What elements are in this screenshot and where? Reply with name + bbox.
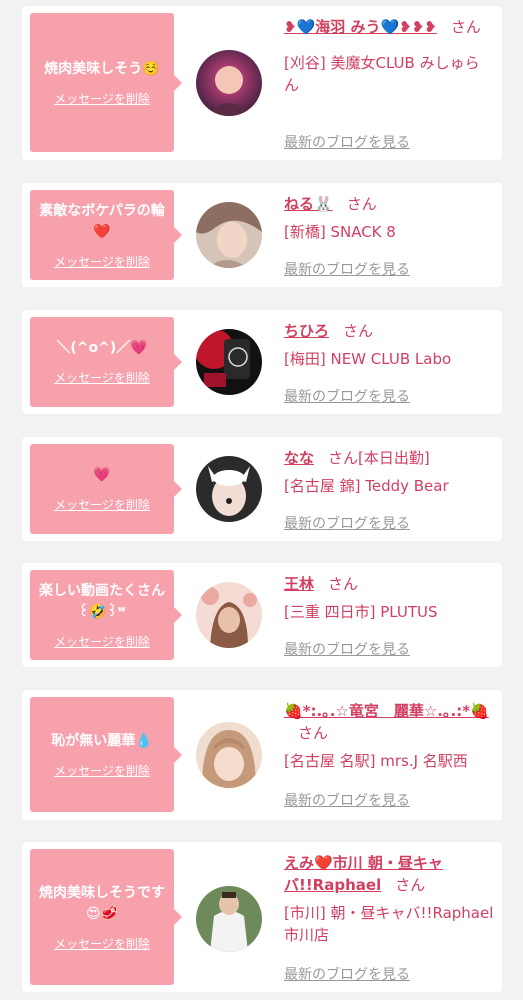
list-item: 焼肉美味しそうです😍🥩 メッセージを削除 えみ❤️市川 朝・昼キャバ!!Raph… bbox=[22, 842, 502, 992]
shop-name: [名古屋 錦] Teddy Bear bbox=[284, 477, 449, 495]
cast-info: ❥💙海羽 みう💙❥❥❥ さん [刈谷] 美魔女CLUB みしゅらん bbox=[284, 16, 494, 96]
cast-info: 王林 さん [三重 四日市] PLUTUS bbox=[284, 573, 494, 623]
list-item: 楽しい動画たくさん꒰🤣꒱ʷ メッセージを削除 王林 さん [三重 四日市] PLU… bbox=[22, 563, 502, 667]
delete-message-link[interactable]: メッセージを削除 bbox=[54, 496, 150, 513]
message-bubble: 💗 メッセージを削除 bbox=[30, 444, 182, 534]
delete-message-link[interactable]: メッセージを削除 bbox=[54, 935, 150, 952]
list-item: ＼(^o^)／💗 メッセージを削除 ちひろ さん [梅田] NEW CLUB La… bbox=[22, 310, 502, 414]
delete-message-link[interactable]: メッセージを削除 bbox=[54, 369, 150, 386]
honorific: さん bbox=[346, 195, 377, 213]
latest-blog-link[interactable]: 最新のブログを見る bbox=[284, 386, 410, 406]
delete-message-link[interactable]: メッセージを削除 bbox=[54, 90, 150, 107]
list-item: 💗 メッセージを削除 なな さん[本日出勤] [名古屋 錦] Teddy Bear… bbox=[22, 437, 502, 541]
shop-name: [三重 四日市] PLUTUS bbox=[284, 603, 438, 621]
message-bubble: 楽しい動画たくさん꒰🤣꒱ʷ メッセージを削除 bbox=[30, 570, 182, 660]
message-text: ＼(^o^)／💗 bbox=[56, 340, 148, 356]
cast-name-link[interactable]: ねる🐰 bbox=[284, 195, 333, 213]
avatar[interactable] bbox=[196, 886, 262, 952]
message-text: 焼肉美味しそうです😍🥩 bbox=[39, 884, 165, 922]
shop-name: [新橋] SNACK 8 bbox=[284, 223, 396, 241]
honorific: さん bbox=[395, 876, 426, 894]
list-item: 焼肉美味しそう☺️ メッセージを削除 ❥💙海羽 みう💙❥❥❥ さん [刈谷] 美魔… bbox=[22, 6, 502, 160]
message-text: 楽しい動画たくさん꒰🤣꒱ʷ bbox=[39, 582, 165, 620]
message-bubble: 恥が無い麗華💧 メッセージを削除 bbox=[30, 697, 182, 812]
cast-name-link[interactable]: ちひろ bbox=[284, 322, 329, 340]
avatar[interactable] bbox=[196, 202, 262, 268]
message-bubble: 焼肉美味しそうです😍🥩 メッセージを削除 bbox=[30, 849, 182, 985]
latest-blog-link[interactable]: 最新のブログを見る bbox=[284, 513, 410, 533]
cast-name-link[interactable]: 🍓*:.｡.☆竜宮 麗華☆.｡.:*🍓 bbox=[284, 702, 489, 720]
honorific: さん bbox=[328, 449, 359, 467]
message-text: 素敵なボケパラの輪❤️ bbox=[39, 202, 165, 240]
honorific: さん bbox=[450, 18, 481, 36]
shop-name: [市川] 朝・昼キャバ!!Raphael 市川店 bbox=[284, 904, 494, 944]
cast-name-link[interactable]: 王林 bbox=[284, 575, 314, 593]
avatar[interactable] bbox=[196, 329, 262, 395]
avatar[interactable] bbox=[196, 582, 262, 648]
shop-name: [梅田] NEW CLUB Labo bbox=[284, 350, 452, 368]
delete-message-link[interactable]: メッセージを削除 bbox=[54, 762, 150, 779]
message-bubble: ＼(^o^)／💗 メッセージを削除 bbox=[30, 317, 182, 407]
latest-blog-link[interactable]: 最新のブログを見る bbox=[284, 259, 410, 279]
shop-name: [名古屋 名駅] mrs.J 名駅西 bbox=[284, 752, 468, 770]
honorific: さん bbox=[328, 575, 359, 593]
cast-info: えみ❤️市川 朝・昼キャバ!!Raphael さん [市川] 朝・昼キャバ!!Ra… bbox=[284, 852, 494, 946]
message-text: 恥が無い麗華💧 bbox=[51, 732, 153, 749]
cast-info: なな さん[本日出勤] [名古屋 錦] Teddy Bear bbox=[284, 447, 494, 497]
avatar[interactable] bbox=[196, 456, 262, 522]
message-bubble: 素敵なボケパラの輪❤️ メッセージを削除 bbox=[30, 190, 182, 280]
cast-name-link[interactable]: ❥💙海羽 みう💙❥❥❥ bbox=[284, 18, 437, 36]
cast-info: 🍓*:.｡.☆竜宮 麗華☆.｡.:*🍓 さん [名古屋 名駅] mrs.J 名駅西 bbox=[284, 700, 494, 772]
latest-blog-link[interactable]: 最新のブログを見る bbox=[284, 964, 410, 984]
list-item: 素敵なボケパラの輪❤️ メッセージを削除 ねる🐰 さん [新橋] SNACK 8 … bbox=[22, 183, 502, 287]
cast-info: ねる🐰 さん [新橋] SNACK 8 bbox=[284, 193, 494, 243]
honorific: さん bbox=[343, 322, 374, 340]
avatar[interactable] bbox=[196, 50, 262, 116]
message-text: 焼肉美味しそう☺️ bbox=[44, 60, 160, 77]
latest-blog-link[interactable]: 最新のブログを見る bbox=[284, 132, 410, 152]
delete-message-link[interactable]: メッセージを削除 bbox=[54, 253, 150, 270]
attendance-status: [本日出勤] bbox=[358, 449, 430, 467]
latest-blog-link[interactable]: 最新のブログを見る bbox=[284, 790, 410, 810]
avatar[interactable] bbox=[196, 722, 262, 788]
message-text: 💗 bbox=[93, 467, 111, 483]
cast-name-link[interactable]: なな bbox=[284, 449, 314, 467]
message-bubble: 焼肉美味しそう☺️ メッセージを削除 bbox=[30, 13, 182, 152]
latest-blog-link[interactable]: 最新のブログを見る bbox=[284, 639, 410, 659]
shop-name: [刈谷] 美魔女CLUB みしゅらん bbox=[284, 54, 480, 94]
honorific: さん bbox=[298, 724, 329, 742]
list-item: 恥が無い麗華💧 メッセージを削除 🍓*:.｡.☆竜宮 麗華☆.｡.:*🍓 さん [… bbox=[22, 690, 502, 820]
delete-message-link[interactable]: メッセージを削除 bbox=[54, 633, 150, 650]
cast-info: ちひろ さん [梅田] NEW CLUB Labo bbox=[284, 320, 494, 370]
